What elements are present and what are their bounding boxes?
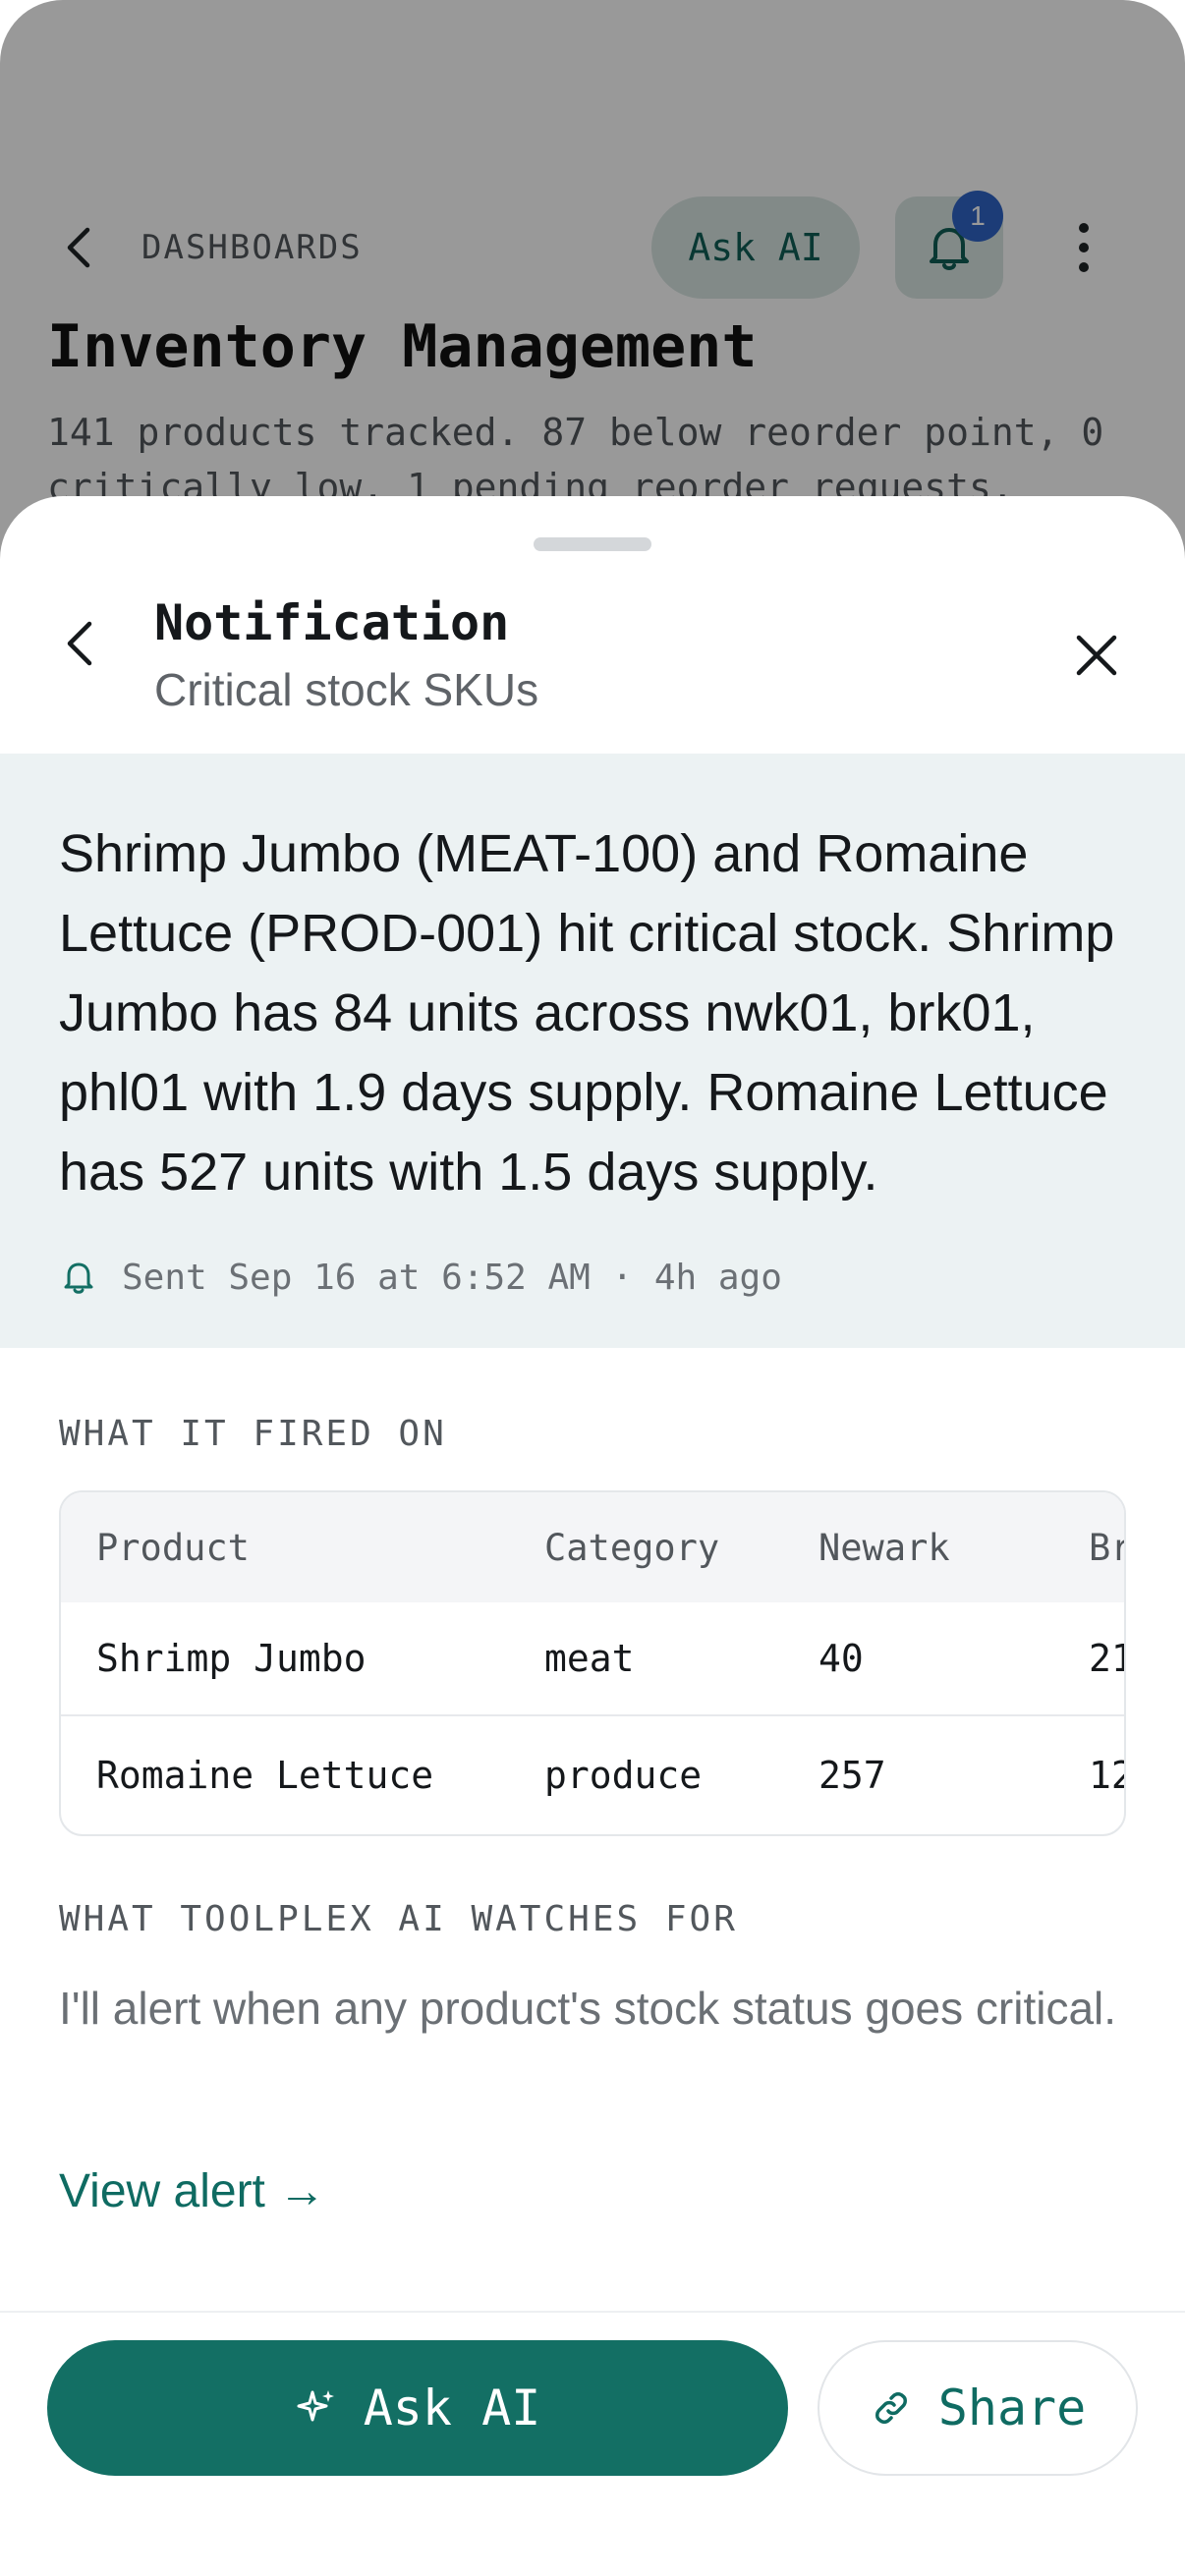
watches-for-text: I'll alert when any product's stock stat… [59,1983,1117,2034]
sent-timestamp: Sent Sep 16 at 6:52 AM · 4h ago [122,1257,782,1298]
link-icon [875,2392,907,2424]
sheet-subtitle: Critical stock SKUs [154,664,539,715]
footer-divider [0,2311,1185,2313]
fired-on-table[interactable]: Product Category Newark Br Shrimp Jumbo … [59,1490,1126,1836]
back-arrow-icon[interactable] [54,616,109,671]
sparkle-icon [297,2390,334,2422]
share-button-label: Share [937,2380,1087,2436]
sent-info: Sent Sep 16 at 6:52 AM · 4h ago [59,1250,782,1305]
fired-on-label: WHAT IT FIRED ON [59,1414,447,1454]
table-header: Product Category Newark Br [61,1492,1124,1602]
view-alert-link[interactable]: View alert → [59,2164,325,2218]
sheet-title: Notification [154,594,510,651]
column-header: Br [1089,1526,1124,1569]
table-cell: 257 [818,1754,886,1797]
column-header: Category [544,1526,720,1569]
table-cell: 12 [1089,1754,1124,1797]
watches-for-label: WHAT TOOLPLEX AI WATCHES FOR [59,1899,738,1939]
table-row: Shrimp Jumbo meat 40 21 [61,1602,1124,1716]
table-cell: 21 [1089,1637,1124,1680]
column-header: Product [96,1526,250,1569]
close-icon[interactable] [1069,628,1124,683]
notification-message-block: Shrimp Jumbo (MEAT-100) and Romaine Lett… [0,754,1185,1348]
table-cell: meat [544,1637,635,1680]
table-cell: 40 [818,1637,864,1680]
drag-handle[interactable] [534,537,651,551]
ask-ai-button[interactable]: Ask AI [47,2340,788,2476]
table-row: Romaine Lettuce produce 257 12 [61,1718,1124,1832]
notification-message: Shrimp Jumbo (MEAT-100) and Romaine Lett… [59,824,1115,1202]
share-button[interactable]: Share [818,2340,1138,2476]
ask-ai-button-label: Ask AI [363,2380,541,2436]
table-cell: Shrimp Jumbo [96,1637,367,1680]
table-cell: Romaine Lettuce [96,1754,434,1797]
notification-sheet: Notification Critical stock SKUs Shrimp … [0,496,1185,2576]
table-cell: produce [544,1754,703,1797]
column-header: Newark [818,1526,950,1569]
bell-icon [64,1262,93,1294]
